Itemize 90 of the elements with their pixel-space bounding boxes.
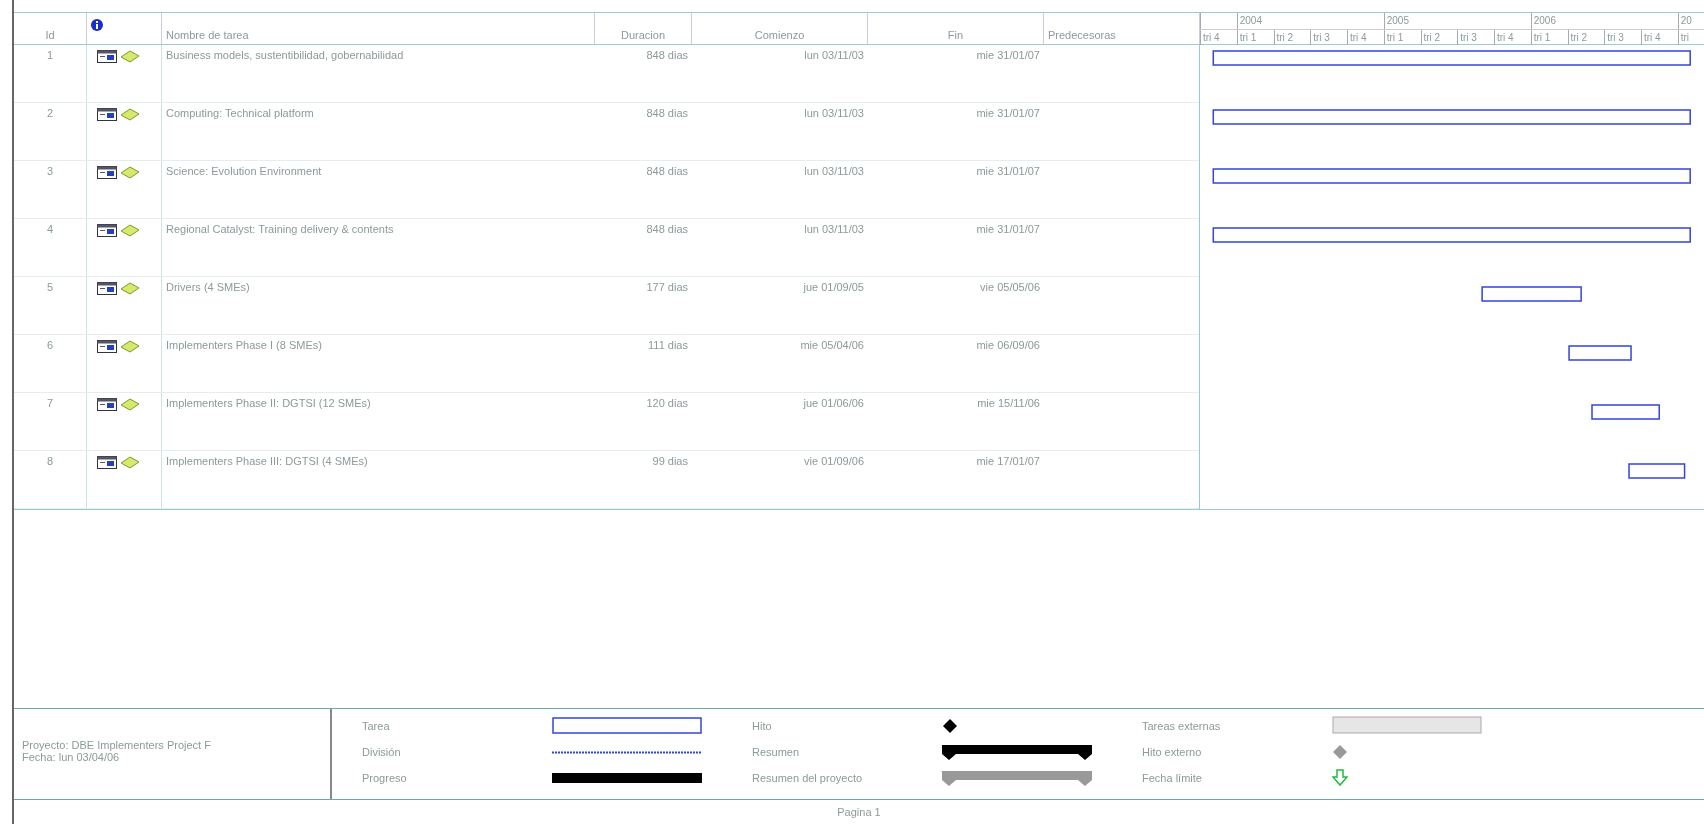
task-start: lun 03/11/03 [803,222,865,237]
task-finish: mie 17/01/07 [975,454,1041,469]
quarter-label: tri [1677,30,1704,45]
task-duration: 848 dias [645,48,689,63]
quarter-label: tri 1 [1530,30,1568,45]
task-duration: 120 dias [645,396,689,411]
table-icon [97,455,117,469]
legend-label: Hito externo [1142,744,1203,760]
row-id: 4 [14,219,87,276]
task-finish: mie 31/01/07 [975,48,1041,63]
row-id: 7 [14,393,87,450]
table-icon [97,281,117,295]
row-id: 5 [14,277,87,334]
column-header: Predecesoras [1048,27,1116,43]
task-start: jue 01/09/05 [802,280,865,295]
task-name: Regional Catalyst: Training delivery & contents [165,222,395,237]
legend-label: Tarea [362,718,391,734]
quarter-label: tri 3 [1457,30,1494,45]
quarter-label: tri 4 [1641,30,1678,45]
task-name: Implementers Phase II: DGTSI (12 SMEs) [165,396,372,411]
project-info: Proyecto: DBE Implementers Project F Fecha: lun 03/04/06 [14,709,332,799]
task-finish: mie 31/01/07 [975,106,1041,121]
diamond-icon [1332,742,1348,762]
diamond-icon [942,716,958,736]
task-name: Computing: Technical platform [165,106,315,121]
column-header: Duracion [621,27,665,43]
task-start: mie 05/04/06 [799,338,865,353]
task-start: jue 01/06/06 [802,396,865,411]
task-name: Science: Evolution Environment [165,164,323,179]
task-start: lun 03/11/03 [803,48,865,63]
info-icon [91,19,103,31]
task-name: Drivers (4 SMEs) [165,280,251,295]
year-label: 2005 [1383,13,1531,29]
legend-label: Hito [752,718,773,734]
task-finish: vie 05/05/06 [979,280,1041,295]
table-icon [97,165,117,179]
legend-label: Fecha límite [1142,770,1203,786]
task-bar [1628,463,1686,479]
column-header: Id [45,27,55,43]
legend-label: Resumen [752,744,801,760]
task-finish: mie 31/01/07 [975,164,1041,179]
legend-label: Resumen del proyecto [752,770,864,786]
task-start: lun 03/11/03 [803,106,865,121]
page-number: Pagina 1 [837,806,881,818]
quarter-label: tri 4 [1200,30,1237,45]
task-duration: 177 dias [645,280,689,295]
quarter-label: tri 4 [1494,30,1531,45]
year-label: 2006 [1530,13,1678,29]
table-icon [97,339,117,353]
legend-label: Progreso [362,770,408,786]
legend-label: Tareas externas [1142,718,1222,734]
row-id: 8 [14,451,87,508]
task-start: vie 01/09/06 [803,454,865,469]
table-icon [97,107,117,121]
task-name: Implementers Phase I (8 SMEs) [165,338,323,353]
quarter-label: tri 3 [1604,30,1641,45]
table-icon [97,397,117,411]
quarter-label: tri 1 [1236,30,1274,45]
year-label: 20 [1677,13,1704,29]
task-bar [1591,404,1660,420]
column-header: Nombre de tarea [166,27,249,43]
row-id: 2 [14,103,87,160]
task-start: lun 03/11/03 [803,164,865,179]
task-name: Implementers Phase III: DGTSI (4 SMEs) [165,454,369,469]
task-duration: 111 dias [647,338,689,353]
row-id: 3 [14,161,87,218]
quarter-label: tri 2 [1420,30,1458,45]
task-finish: mie 06/09/06 [975,338,1041,353]
task-bar [1568,345,1632,361]
table-icon [97,49,117,63]
task-duration: 848 dias [645,164,689,179]
row-id: 1 [14,45,87,102]
task-duration: 99 dias [651,454,689,469]
task-duration: 848 dias [645,106,689,121]
quarter-label: tri 4 [1347,30,1384,45]
row-id: 6 [14,335,87,392]
quarter-label: tri 2 [1273,30,1311,45]
table-icon [97,223,117,237]
task-finish: mie 15/11/06 [976,396,1041,411]
column-header: Fin [947,27,964,43]
task-name: Business models, sustentibilidad, gobernabilidad [165,48,405,63]
down-arrow-icon [1332,768,1348,788]
column-header: Comienzo [754,27,805,43]
task-duration: 848 dias [645,222,689,237]
legend-label: División [362,744,402,760]
year-label: 2004 [1236,13,1384,29]
quarter-label: tri 1 [1383,30,1421,45]
quarter-label: tri 2 [1567,30,1605,45]
task-finish: mie 31/01/07 [975,222,1041,237]
quarter-label: tri 3 [1310,30,1347,45]
